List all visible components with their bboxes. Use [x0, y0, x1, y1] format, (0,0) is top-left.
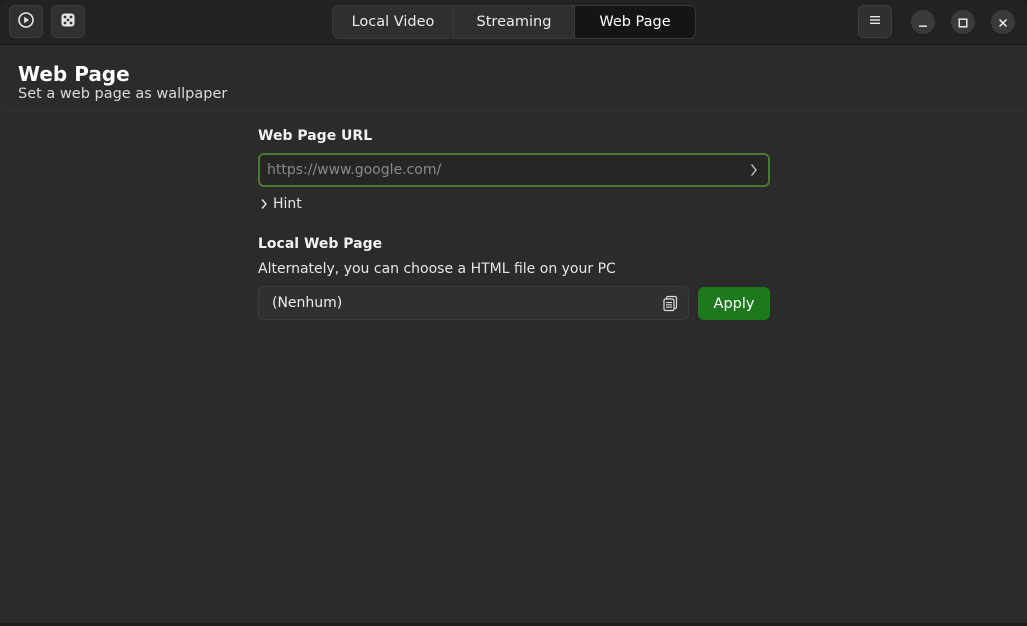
play-circle-icon: [17, 11, 35, 33]
local-section-label: Local Web Page: [258, 236, 383, 252]
local-section-description: Alternately, you can choose a HTML file …: [258, 261, 616, 277]
dice-icon: [60, 12, 76, 32]
view-switcher: Local Video Streaming Web Page: [332, 5, 696, 39]
menu-button[interactable]: [858, 5, 892, 38]
url-entry: [258, 153, 770, 187]
minimize-icon: [918, 13, 928, 32]
tab-streaming[interactable]: Streaming: [454, 6, 575, 38]
page-title: Web Page: [18, 62, 130, 86]
url-input[interactable]: [267, 155, 737, 185]
apply-button[interactable]: Apply: [698, 287, 770, 320]
title-separator: [2, 110, 1025, 111]
hint-expander[interactable]: Hint: [260, 195, 302, 213]
close-button[interactable]: [991, 10, 1015, 34]
header-bar: Local Video Streaming Web Page: [0, 0, 1027, 45]
chevron-right-icon[interactable]: [746, 161, 762, 179]
page-subtitle: Set a web page as wallpaper: [18, 86, 228, 102]
close-icon: [998, 13, 1008, 32]
url-section-label: Web Page URL: [258, 128, 373, 144]
hint-label: Hint: [273, 196, 302, 212]
file-chooser[interactable]: (Nenhum): [258, 286, 689, 320]
minimize-button[interactable]: [911, 10, 935, 34]
maximize-icon: [958, 13, 968, 32]
file-browse-icon[interactable]: [662, 295, 679, 312]
tab-web-page[interactable]: Web Page: [575, 6, 695, 38]
tab-local-video[interactable]: Local Video: [333, 6, 454, 38]
file-chooser-value: (Nenhum): [272, 295, 343, 311]
random-button[interactable]: [51, 5, 85, 38]
chevron-right-icon: [260, 198, 268, 210]
menu-icon: [868, 12, 882, 31]
maximize-button[interactable]: [951, 10, 975, 34]
app-window: Local Video Streaming Web Page Web Page …: [0, 0, 1027, 623]
play-button[interactable]: [9, 5, 43, 38]
